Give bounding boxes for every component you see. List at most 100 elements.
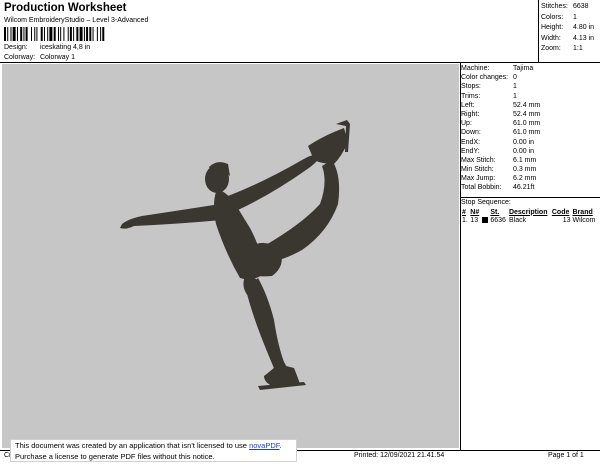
- machine-info-value: 0.00 in: [513, 138, 535, 146]
- machine-info-label: Stops:: [461, 83, 481, 91]
- notice-period: .: [279, 441, 282, 450]
- machine-info-value: 1: [513, 83, 517, 91]
- stop-sequence-table: # N# St. Description Code Brand 1. 13 66…: [461, 208, 598, 225]
- machine-info-label: Machine:: [461, 65, 490, 72]
- machine-info-value: 46.21ft: [513, 184, 535, 192]
- summary-label: Zoom:: [541, 45, 561, 53]
- machine-info-value: 0.00 in: [513, 147, 535, 155]
- machine-info-label: Min Stitch:: [461, 166, 494, 174]
- row-color-swatch: [481, 216, 489, 225]
- stop-sequence-header-row: # N# St. Description Code Brand: [461, 208, 598, 216]
- col-stitches-header: St.: [490, 208, 500, 216]
- summary-row: Colors: 1: [541, 13, 598, 24]
- summary-divider: [538, 0, 539, 62]
- machine-info-row: EndY: 0.00 in: [461, 147, 598, 156]
- notice-line-1: This document was created by an applicat…: [15, 441, 292, 452]
- machine-info-row: Color changes: 0: [461, 73, 598, 82]
- machine-info-label: Color changes:: [461, 74, 509, 82]
- notice-line-2: Purchase a license to generate PDF files…: [15, 451, 215, 461]
- col-color-header: [481, 208, 489, 216]
- summary-label: Colors:: [541, 13, 564, 21]
- machine-info-label: Max Stitch:: [461, 156, 496, 164]
- software-subtitle: Wilcom EmbroideryStudio – Level 3-Advanc…: [4, 17, 149, 24]
- summary-row: Height: 4.80 in: [541, 23, 598, 34]
- machine-info-value: 1: [513, 92, 517, 100]
- summary-value: 4.13 in: [573, 34, 595, 42]
- summary-panel: Stitches: 6638 Colors: 1 Height: 4.80 in Wi…: [541, 2, 598, 55]
- machine-info-row: Trims: 1: [461, 92, 598, 101]
- summary-row: Zoom: 1:1: [541, 44, 598, 55]
- machine-info-row: Max Stitch: 6.1 mm: [461, 156, 598, 165]
- machine-info-label: Total Bobbin:: [461, 184, 502, 192]
- summary-value: 6638: [573, 3, 589, 10]
- machine-info-row: Max Jump: 6.2 mm: [461, 174, 598, 183]
- row-brand: Wilcom: [572, 217, 596, 224]
- machine-info-value: 61.0 mm: [513, 120, 541, 128]
- colorway-row: Colorway: Colorway 1: [4, 54, 75, 61]
- table-row: 1. 13 6636 Black 13 Wilcom: [461, 216, 598, 225]
- printed-timestamp: Printed: 12/09/2021 21.41.54: [354, 452, 445, 459]
- summary-value: 1: [573, 13, 577, 21]
- summary-value: 1:1: [573, 45, 583, 53]
- machine-info-row: Stops: 1: [461, 82, 598, 91]
- design-preview: [2, 64, 459, 448]
- row-stitches: 6636: [490, 217, 506, 224]
- col-description-header: Description: [508, 208, 548, 216]
- col-code-header: Code: [551, 208, 570, 216]
- row-description: Black: [508, 217, 527, 224]
- summary-row: Width: 4.13 in: [541, 34, 598, 45]
- summary-label: Width:: [541, 34, 561, 42]
- summary-row: Stitches: 6638: [541, 2, 598, 13]
- colorway-label: Colorway:: [4, 54, 36, 61]
- machine-info-value: Tajima: [513, 65, 534, 72]
- worksheet-title: Production Worksheet: [4, 2, 127, 14]
- machine-info-label: Max Jump:: [461, 175, 496, 183]
- summary-label: Height:: [541, 24, 564, 32]
- header-divider: [0, 62, 600, 63]
- machine-info-value: 0: [513, 74, 517, 82]
- machine-info-row: Left: 52.4 mm: [461, 101, 598, 110]
- barcode-image: [4, 27, 105, 41]
- machine-info-value: 6.2 mm: [513, 175, 537, 183]
- stop-sequence-title: Stop Sequence:: [461, 199, 511, 206]
- machine-info-row: Right: 52.4 mm: [461, 110, 598, 119]
- machine-info-row: Total Bobbin: 46.21ft: [461, 183, 598, 192]
- machine-info-row: Min Stitch: 0.3 mm: [461, 165, 598, 174]
- row-needle: 13: [470, 217, 479, 224]
- row-num: 1.: [462, 217, 468, 224]
- design-row: Design: iceskating 4,8 in: [4, 44, 90, 51]
- page-number: Page 1 of 1: [548, 452, 584, 459]
- design-value: iceskating 4,8 in: [39, 44, 91, 51]
- color-swatch-icon: [481, 217, 488, 224]
- machine-info-label: Left:: [461, 101, 475, 109]
- col-num-header: #: [462, 208, 466, 216]
- machine-info-row: EndX: 0.00 in: [461, 138, 598, 147]
- machine-info-label: EndY:: [461, 147, 480, 155]
- machine-info-value: 61.0 mm: [513, 129, 541, 137]
- license-notice: This document was created by an applicat…: [10, 439, 297, 462]
- machine-info-row: Machine: Tajima: [461, 64, 598, 73]
- machine-info-value: 52.4 mm: [513, 110, 541, 118]
- design-label: Design:: [4, 44, 28, 51]
- machine-info-row: Down: 61.0 mm: [461, 128, 598, 137]
- figure-skater-silhouette-icon: [120, 120, 350, 390]
- machine-info-label: Up:: [461, 120, 472, 128]
- machine-info-panel: Machine: Tajima Color changes: 0 Stops: 1 Trim…: [461, 64, 598, 193]
- col-needle-header: N#: [470, 208, 480, 216]
- machine-info-row: Up: 61.0 mm: [461, 119, 598, 128]
- machine-info-value: 0.3 mm: [513, 166, 537, 174]
- row-code: 13: [562, 217, 571, 224]
- machine-info-label: Trims:: [461, 92, 481, 100]
- machine-info-label: Right:: [461, 110, 480, 118]
- colorway-value: Colorway 1: [39, 54, 75, 61]
- summary-value: 4.80 in: [573, 24, 595, 32]
- summary-label: Stitches:: [541, 3, 568, 10]
- novapdf-link[interactable]: novaPDF: [249, 441, 279, 450]
- machine-info-label: EndX:: [461, 138, 481, 146]
- machine-info-value: 6.1 mm: [513, 156, 537, 164]
- notice-text: This document was created by an applicat…: [15, 441, 250, 450]
- machine-info-value: 52.4 mm: [513, 101, 541, 109]
- col-brand-header: Brand: [572, 208, 593, 216]
- stop-sequence-divider: [460, 197, 600, 198]
- machine-info-label: Down:: [461, 129, 481, 137]
